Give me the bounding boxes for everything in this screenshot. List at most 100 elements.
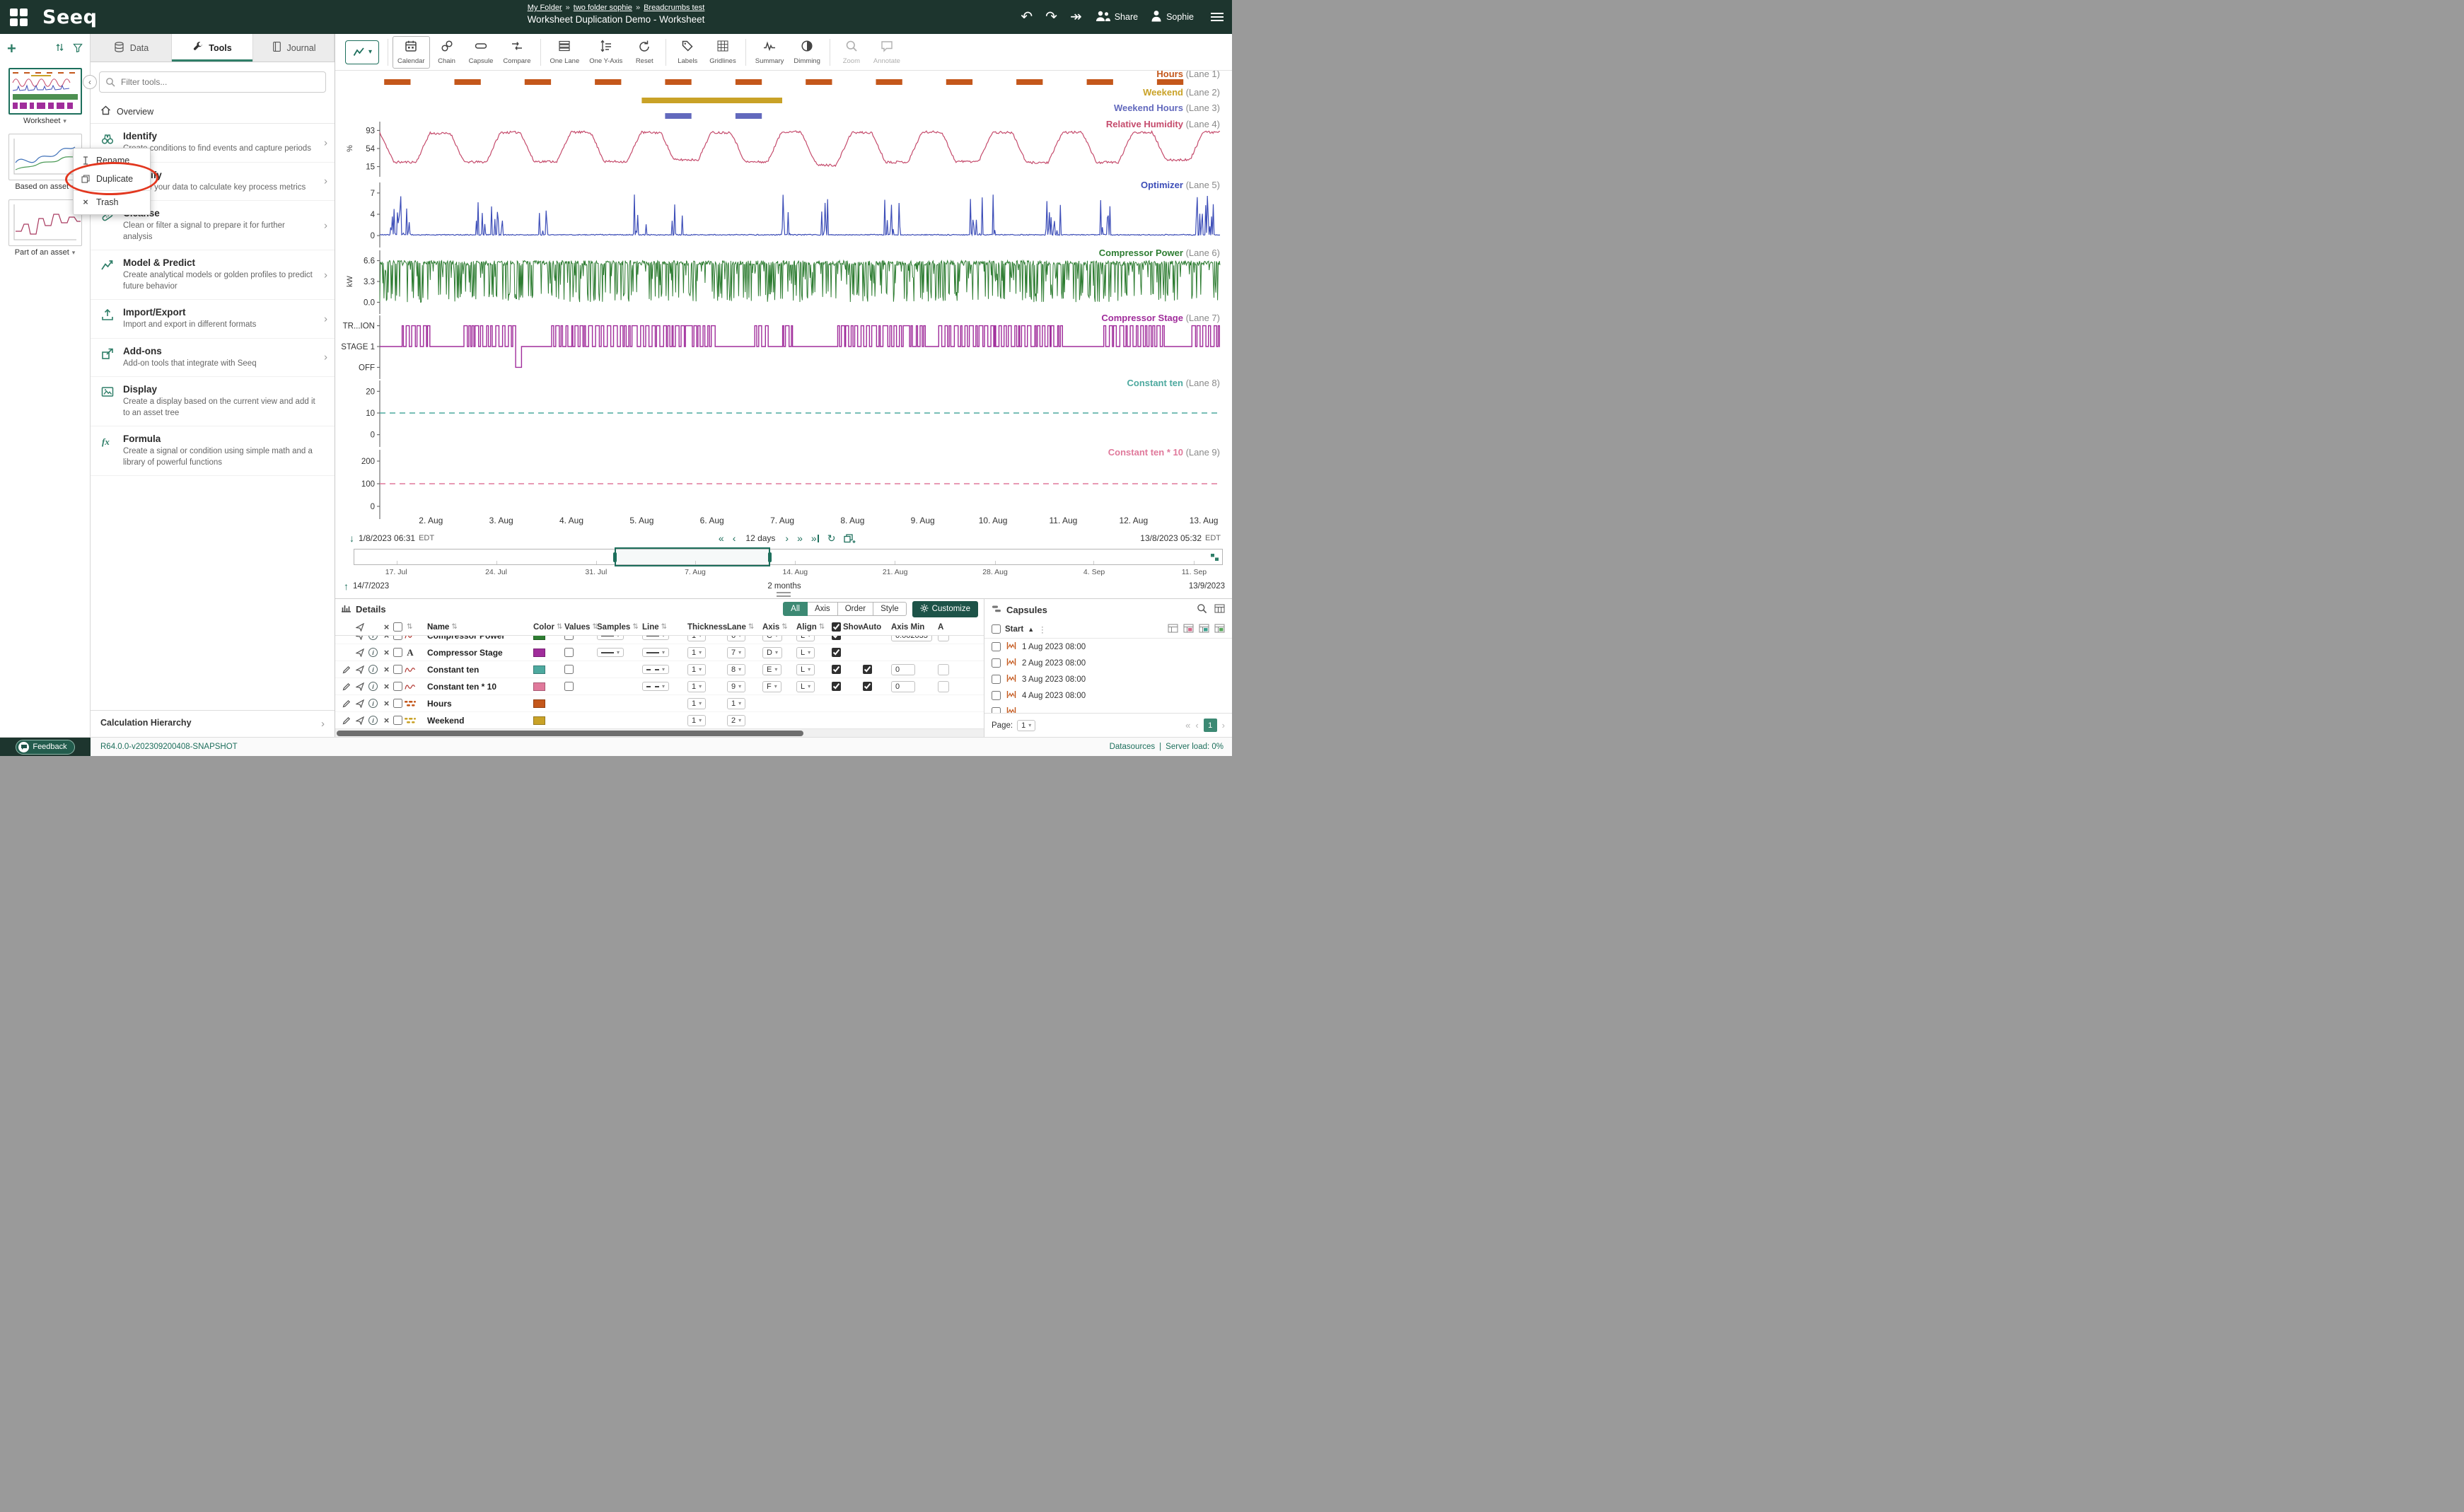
details-horizontal-scrollbar[interactable] (335, 728, 984, 737)
details-row-weekend[interactable]: i×Weekend1▾2▾ (335, 712, 984, 728)
capsule-checkbox[interactable] (992, 707, 1001, 713)
hamburger-menu-icon[interactable] (1211, 13, 1224, 21)
values-checkbox[interactable] (564, 636, 574, 640)
dropdown[interactable]: L▾ (796, 647, 815, 658)
tool-item-add-ons[interactable]: Add-ons Add-on tools that integrate with… (91, 339, 335, 378)
calculation-hierarchy-button[interactable]: Calculation Hierarchy› (91, 710, 335, 737)
column-header-a[interactable]: A (938, 623, 955, 632)
tab-journal[interactable]: Journal (253, 34, 335, 62)
line-style-dropdown[interactable]: ▾ (597, 636, 624, 640)
capsules-stat-table-icon-2[interactable] (1183, 624, 1194, 635)
app-grid-button[interactable] (4, 3, 33, 31)
axis-min-input[interactable]: 0 (891, 681, 915, 692)
capsule-row[interactable]: 2 Aug 2023 08:00 (984, 655, 1232, 671)
toolbar-button-chain[interactable]: Chain (430, 36, 464, 69)
step-forward-full-icon[interactable]: » (797, 533, 803, 543)
first-page-icon[interactable]: « (1185, 720, 1190, 731)
show-checkbox[interactable] (832, 648, 841, 657)
dropdown[interactable]: L▾ (796, 681, 815, 692)
capsules-stat-table-icon-3[interactable] (1199, 624, 1209, 635)
column-header-name[interactable]: Name ⇅ (427, 623, 533, 632)
worksheet-menu-chevron-icon[interactable]: ▾ (72, 249, 76, 257)
worksheet-thumbnail[interactable] (8, 199, 82, 246)
select-all-checkbox[interactable] (393, 622, 402, 632)
remove-icon[interactable]: × (380, 636, 393, 641)
details-filter-style[interactable]: Style (873, 602, 907, 616)
show-all-checkbox[interactable] (832, 622, 841, 632)
column-header-thickness[interactable]: Thickness ▲ (687, 623, 727, 632)
values-checkbox[interactable] (564, 682, 574, 691)
filter-tools-input[interactable] (99, 71, 326, 93)
row-checkbox[interactable] (393, 716, 402, 725)
dropdown[interactable]: 8▾ (727, 664, 745, 675)
capsules-start-column[interactable]: Start (1005, 625, 1023, 634)
timeline-capsule-toggle-icon[interactable] (1210, 553, 1219, 564)
step-back-full-icon[interactable]: « (719, 533, 724, 543)
show-checkbox[interactable] (832, 665, 841, 674)
share-button[interactable]: Share (1095, 10, 1138, 24)
show-checkbox[interactable] (832, 682, 841, 691)
overview-link[interactable]: Overview (91, 100, 335, 124)
pin-icon[interactable] (353, 699, 366, 708)
color-swatch[interactable] (533, 699, 564, 708)
edit-icon[interactable] (339, 665, 353, 674)
dropdown[interactable]: 1▾ (687, 715, 706, 726)
edit-icon[interactable] (339, 682, 353, 691)
timeline-selection[interactable] (615, 547, 770, 566)
auto-checkbox[interactable] (863, 665, 872, 674)
details-filter-axis[interactable]: Axis (808, 602, 838, 616)
info-icon[interactable]: i (366, 699, 380, 708)
dropdown[interactable]: 1▾ (687, 698, 706, 709)
worksheet-label[interactable]: Worksheet (23, 117, 60, 125)
pin-icon[interactable] (353, 682, 366, 691)
line-style-dropdown[interactable]: ▾ (597, 648, 624, 657)
selection-left-handle[interactable] (613, 552, 617, 562)
column-menu-icon[interactable]: ⋮ (1038, 624, 1047, 634)
row-checkbox[interactable] (393, 665, 402, 674)
axis-min-input[interactable]: 0 (891, 664, 915, 675)
color-swatch[interactable] (533, 649, 564, 657)
user-menu[interactable]: Sophie (1151, 10, 1194, 24)
color-swatch[interactable] (533, 682, 564, 691)
dropdown[interactable]: 2▾ (727, 715, 745, 726)
capsule-row[interactable]: 1 Aug 2023 08:00 (984, 639, 1232, 655)
menu-item-duplicate[interactable]: Duplicate (74, 170, 150, 188)
current-page-button[interactable]: 1 (1204, 719, 1217, 732)
show-checkbox[interactable] (832, 636, 841, 640)
column-header-axis[interactable]: Axis ⇅ (762, 623, 796, 632)
tool-item-model-predict[interactable]: Model & Predict Create analytical models… (91, 250, 335, 300)
toolbar-button-one-lane[interactable]: One Lane (545, 36, 585, 69)
customize-button[interactable]: Customize (912, 601, 978, 617)
pin-icon[interactable] (353, 716, 366, 725)
timeline-track[interactable] (354, 549, 1223, 565)
collapse-panel-button[interactable]: ‹ (83, 75, 97, 89)
capsule-checkbox[interactable] (992, 675, 1001, 684)
dropdown[interactable]: 9▾ (727, 681, 745, 692)
capsules-stat-table-icon-4[interactable] (1214, 624, 1225, 635)
menu-item-rename[interactable]: Rename (74, 151, 150, 170)
breadcrumb-link[interactable]: Breadcrumbs test (644, 4, 704, 12)
toolbar-button-reset[interactable]: Reset (627, 36, 661, 69)
worksheet-thumbnail[interactable] (8, 68, 82, 115)
breadcrumb-link[interactable]: two folder sophie (574, 4, 632, 12)
datasources-link[interactable]: Datasources (1110, 743, 1156, 751)
axis-min-input[interactable]: 0.002033 (891, 636, 932, 641)
column-header-line[interactable]: Line ⇅ (642, 623, 687, 632)
capsule-row[interactable]: 3 Aug 2023 08:00 (984, 671, 1232, 687)
dropdown[interactable]: 6▾ (727, 636, 745, 641)
worksheet-label[interactable]: Based on asset (15, 182, 69, 191)
color-swatch[interactable] (533, 716, 564, 725)
dropdown[interactable]: 7▾ (727, 647, 745, 658)
sort-worksheets-icon[interactable] (55, 42, 64, 54)
column-header-color[interactable]: Color ⇅ (533, 623, 564, 632)
toolbar-button-annotate[interactable]: Annotate (868, 36, 905, 69)
dropdown[interactable]: 1▾ (687, 647, 706, 658)
info-icon[interactable]: i (366, 682, 380, 691)
details-row-compressor-power[interactable]: i×Compressor Power▾▾1▾6▾C▾L▾0.002033 (335, 636, 984, 644)
edit-icon[interactable] (339, 716, 353, 725)
worksheet-label[interactable]: Part of an asset (15, 248, 69, 257)
toolbar-button-calendar[interactable]: Calendar (393, 36, 430, 69)
column-header-lane[interactable]: Lane ⇅ (727, 623, 762, 632)
column-header-samples[interactable]: Samples ⇅ (597, 623, 642, 632)
dropdown[interactable]: E▾ (762, 664, 781, 675)
